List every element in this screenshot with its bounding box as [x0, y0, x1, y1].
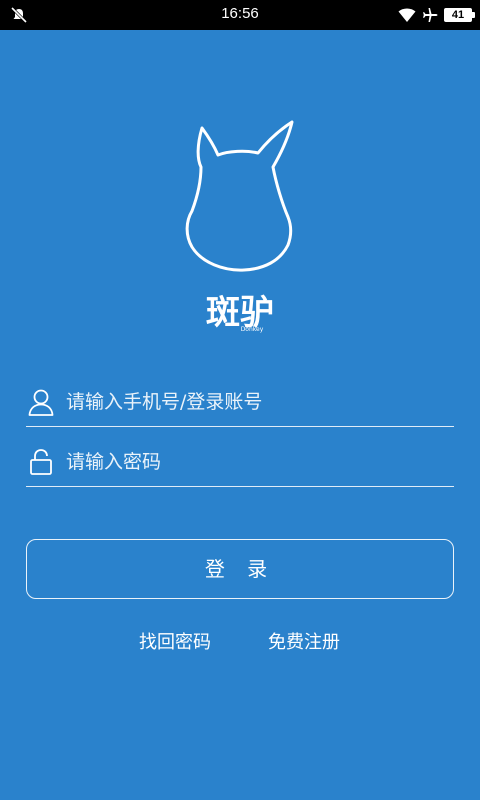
brand-wordmark: 斑驴 Donkey — [206, 293, 274, 333]
wifi-icon — [398, 8, 416, 22]
account-input[interactable] — [66, 386, 446, 418]
battery-icon: 41 — [444, 8, 475, 22]
status-icons: 41 — [398, 5, 475, 25]
airplane-icon — [423, 8, 438, 22]
account-field — [26, 378, 454, 427]
lock-icon — [30, 449, 52, 475]
password-field — [26, 438, 454, 487]
login-screen: 16:56 41 斑驴 Donkey 登 — [0, 0, 480, 800]
login-button[interactable]: 登 录 — [26, 539, 454, 599]
donkey-head-logo-icon — [185, 120, 294, 272]
status-bar: 16:56 41 — [0, 0, 480, 30]
user-icon — [28, 389, 54, 416]
brand-sub: Donkey — [241, 326, 264, 333]
register-link[interactable]: 免费注册 — [268, 628, 340, 654]
password-input[interactable] — [66, 446, 446, 478]
forgot-password-link[interactable]: 找回密码 — [139, 628, 211, 654]
